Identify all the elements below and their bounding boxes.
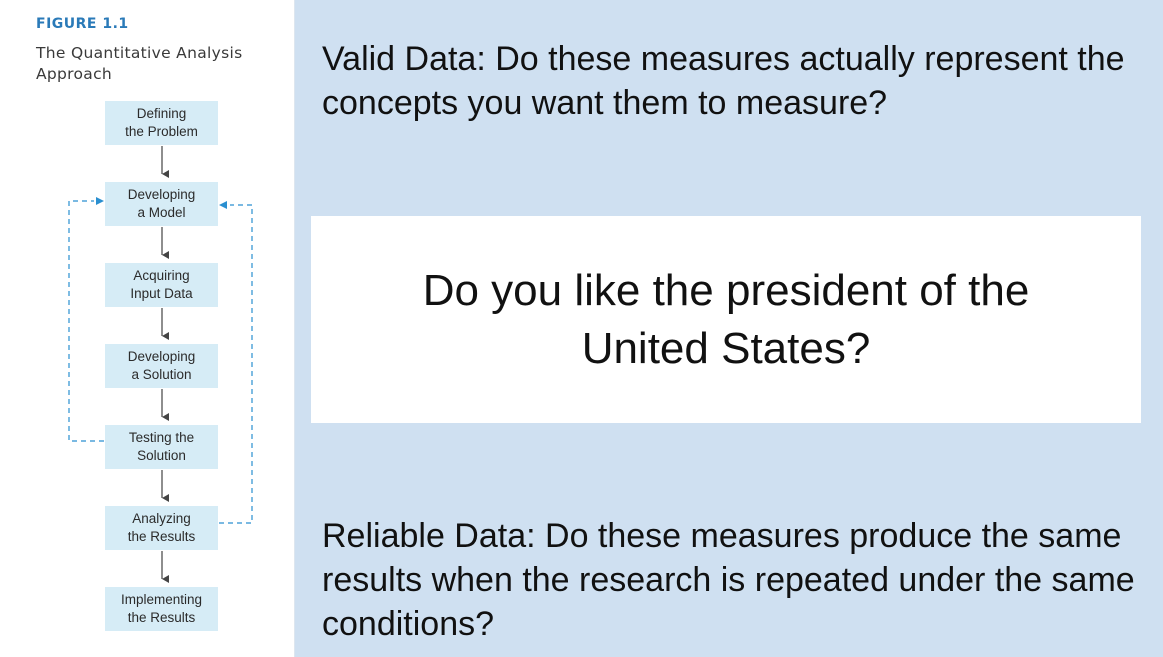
feedback-loop-left xyxy=(68,200,104,442)
step-testing-the-solution: Testing the Solution xyxy=(105,425,218,469)
feedback-arrowhead-right xyxy=(219,201,227,209)
step-acquiring-input-data: Acquiring Input Data xyxy=(105,263,218,307)
step-developing-a-solution: Developing a Solution xyxy=(105,344,218,388)
figure-panel: FIGURE 1.1 The Quantitative Analysis App… xyxy=(0,0,295,657)
flowchart-connectors xyxy=(68,146,253,583)
step-developing-a-model: Developing a Model xyxy=(105,182,218,226)
step-defining-the-problem: Defining the Problem xyxy=(105,101,218,145)
step-implementing-the-results: Implementing the Results xyxy=(105,587,218,631)
feedback-arrowhead-left xyxy=(96,197,104,205)
question-card: Do you like the president of the United … xyxy=(311,216,1141,423)
valid-data-text: Valid Data: Do these measures actually r… xyxy=(322,40,1125,122)
step-analyzing-the-results: Analyzing the Results xyxy=(105,506,218,550)
reliable-data-text: Reliable Data: Do these measures produce… xyxy=(322,517,1135,643)
survey-question: Do you like the president of the United … xyxy=(422,265,1030,373)
feedback-loop-right xyxy=(219,204,253,524)
slide: FIGURE 1.1 The Quantitative Analysis App… xyxy=(0,0,1163,657)
